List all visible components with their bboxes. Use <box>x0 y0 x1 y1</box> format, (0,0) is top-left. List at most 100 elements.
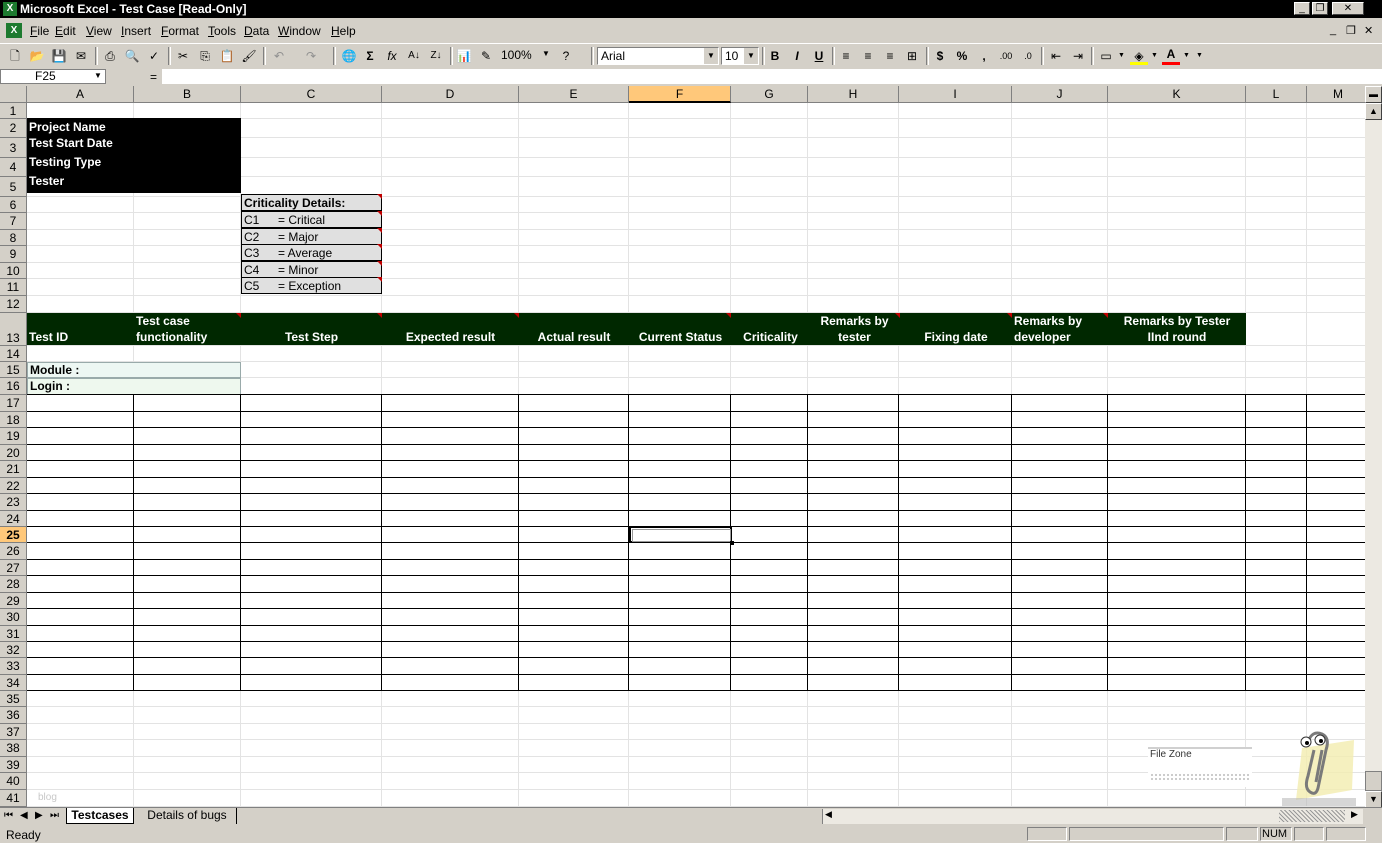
font-color-icon[interactable]: A <box>1162 47 1180 65</box>
row-header-9[interactable]: 9 <box>0 246 27 263</box>
currency-button[interactable]: $ <box>931 47 949 65</box>
column-header-e[interactable]: E <box>519 86 629 103</box>
underline-button[interactable]: U <box>810 47 828 65</box>
row-header-11[interactable]: 11 <box>0 279 27 296</box>
align-left-icon[interactable]: ≡ <box>837 47 855 65</box>
row-header-13[interactable]: 13 <box>0 313 27 346</box>
scroll-left-icon[interactable]: ◀ <box>825 809 832 820</box>
chevron-down-icon[interactable]: ▼ <box>704 48 718 64</box>
next-sheet-icon[interactable]: ▶ <box>35 810 43 821</box>
row-header-39[interactable]: 39 <box>0 757 27 773</box>
row-header-5[interactable]: 5 <box>0 177 27 197</box>
font-name-combo[interactable]: Arial ▼ <box>597 47 719 65</box>
horizontal-scrollbar[interactable]: ◀ ▶ <box>822 809 1363 824</box>
row-header-12[interactable]: 12 <box>0 296 27 313</box>
chart-wizard-icon[interactable]: 📊 <box>455 47 473 65</box>
toolbar-options-icon[interactable]: ▼ <box>1196 52 1203 59</box>
row-header-28[interactable]: 28 <box>0 576 27 593</box>
tester-label[interactable]: Tester <box>29 174 64 188</box>
chevron-down-icon[interactable]: ▼ <box>1118 52 1125 59</box>
row-header-32[interactable]: 32 <box>0 642 27 658</box>
undo-icon[interactable]: ↶ <box>270 47 288 65</box>
column-header-f[interactable]: F <box>629 86 731 103</box>
row-header-14[interactable]: 14 <box>0 346 27 362</box>
zoom-dropdown-icon[interactable]: ▼ <box>542 49 550 58</box>
help-icon[interactable]: ? <box>557 47 575 65</box>
doc-minimize-icon[interactable]: _ <box>1330 24 1336 36</box>
row-header-2[interactable]: 2 <box>0 119 27 138</box>
column-header-j[interactable]: J <box>1012 86 1108 103</box>
last-sheet-icon[interactable]: ⏭ <box>50 810 59 821</box>
scroll-right-icon[interactable]: ▶ <box>1351 809 1358 820</box>
row-header-10[interactable]: 10 <box>0 263 27 279</box>
menu-data[interactable]: Data <box>244 24 269 38</box>
criticality-item[interactable]: C1 = Critical <box>241 211 382 228</box>
doc-close-icon[interactable]: ✕ <box>1364 24 1373 37</box>
align-right-icon[interactable]: ≡ <box>881 47 899 65</box>
decrease-indent-icon[interactable]: ⇤ <box>1047 47 1065 65</box>
row-header-33[interactable]: 33 <box>0 658 27 675</box>
header-remarks-round-2[interactable]: IInd round <box>1108 330 1246 344</box>
scroll-up-icon[interactable]: ▲ <box>1365 103 1382 120</box>
function-icon[interactable]: fx <box>383 47 401 65</box>
restore-icon[interactable]: ❐ <box>1312 2 1328 15</box>
italic-button[interactable]: I <box>788 47 806 65</box>
chevron-down-icon[interactable]: ▼ <box>1183 52 1190 59</box>
row-header-25[interactable]: 25 <box>0 527 27 543</box>
save-icon[interactable]: 💾 <box>50 47 68 65</box>
column-header-a[interactable]: A <box>27 86 134 103</box>
row-header-27[interactable]: 27 <box>0 560 27 576</box>
column-header-g[interactable]: G <box>731 86 808 103</box>
chevron-down-icon[interactable]: ▼ <box>744 48 758 64</box>
header-remarks-round-1[interactable]: Remarks by Tester <box>1108 314 1246 328</box>
row-header-40[interactable]: 40 <box>0 773 27 790</box>
worksheet-grid[interactable]: ABCDEFGHIJKLM 1 2 3 4 5 6 7 8 9 10 11 12 13 14 15 16 17 1… <box>0 86 1365 807</box>
row-header-17[interactable]: 17 <box>0 395 27 412</box>
redo-icon[interactable]: ↷ <box>302 47 320 65</box>
print-preview-icon[interactable]: 🔍 <box>123 47 141 65</box>
row-header-41[interactable]: 41 <box>0 790 27 807</box>
excel-app-icon[interactable]: X <box>3 2 17 16</box>
column-header-i[interactable]: I <box>899 86 1012 103</box>
row-header-23[interactable]: 23 <box>0 494 27 511</box>
header-test-id[interactable]: Test ID <box>29 330 68 344</box>
row-header-3[interactable]: 3 <box>0 138 27 158</box>
row-header-8[interactable]: 8 <box>0 230 27 246</box>
criticality-item[interactable]: C4 = Minor <box>241 261 382 278</box>
fill-color-icon[interactable]: ◈ <box>1130 47 1148 65</box>
column-header-h[interactable]: H <box>808 86 899 103</box>
first-sheet-icon[interactable]: ⏮ <box>4 810 13 821</box>
header-test-case-functionality-1[interactable]: Test case <box>136 314 190 328</box>
test-start-date-label[interactable]: Test Start Date <box>29 136 113 150</box>
row-header-31[interactable]: 31 <box>0 626 27 642</box>
increase-indent-icon[interactable]: ⇥ <box>1069 47 1087 65</box>
criticality-item[interactable]: C5 = Exception <box>241 277 382 294</box>
cut-icon[interactable]: ✂ <box>174 47 192 65</box>
row-header-6[interactable]: 6 <box>0 197 27 213</box>
row-header-30[interactable]: 30 <box>0 609 27 626</box>
row-header-22[interactable]: 22 <box>0 478 27 494</box>
permission-icon[interactable]: ✉ <box>72 47 90 65</box>
font-size-combo[interactable]: 10 ▼ <box>721 47 759 65</box>
scroll-track[interactable] <box>1279 810 1345 822</box>
row-header-36[interactable]: 36 <box>0 707 27 724</box>
comma-button[interactable]: , <box>975 47 993 65</box>
header-test-case-functionality-2[interactable]: functionality <box>136 330 207 344</box>
row-header-24[interactable]: 24 <box>0 511 27 527</box>
header-criticality[interactable]: Criticality <box>732 330 809 344</box>
sort-ascending-icon[interactable]: A↓ <box>405 47 423 65</box>
formula-equals[interactable]: = <box>150 70 157 84</box>
copy-icon[interactable]: ⎘ <box>196 47 214 65</box>
header-current-status[interactable]: Current Status <box>629 330 732 344</box>
format-painter-icon[interactable]: 🖌 <box>240 47 258 65</box>
close-icon[interactable]: ✕ <box>1332 2 1364 15</box>
sort-descending-icon[interactable]: Z↓ <box>427 47 445 65</box>
split-box-icon[interactable]: ▬ <box>1365 86 1382 103</box>
login-label[interactable]: Login : <box>27 378 241 395</box>
header-expected-result[interactable]: Expected result <box>382 330 519 344</box>
name-box[interactable]: F25 <box>0 69 106 84</box>
doc-restore-icon[interactable]: ❐ <box>1346 24 1356 37</box>
module-label[interactable]: Module : <box>27 362 241 378</box>
column-header-l[interactable]: L <box>1246 86 1307 103</box>
office-assistant[interactable] <box>1282 720 1356 806</box>
